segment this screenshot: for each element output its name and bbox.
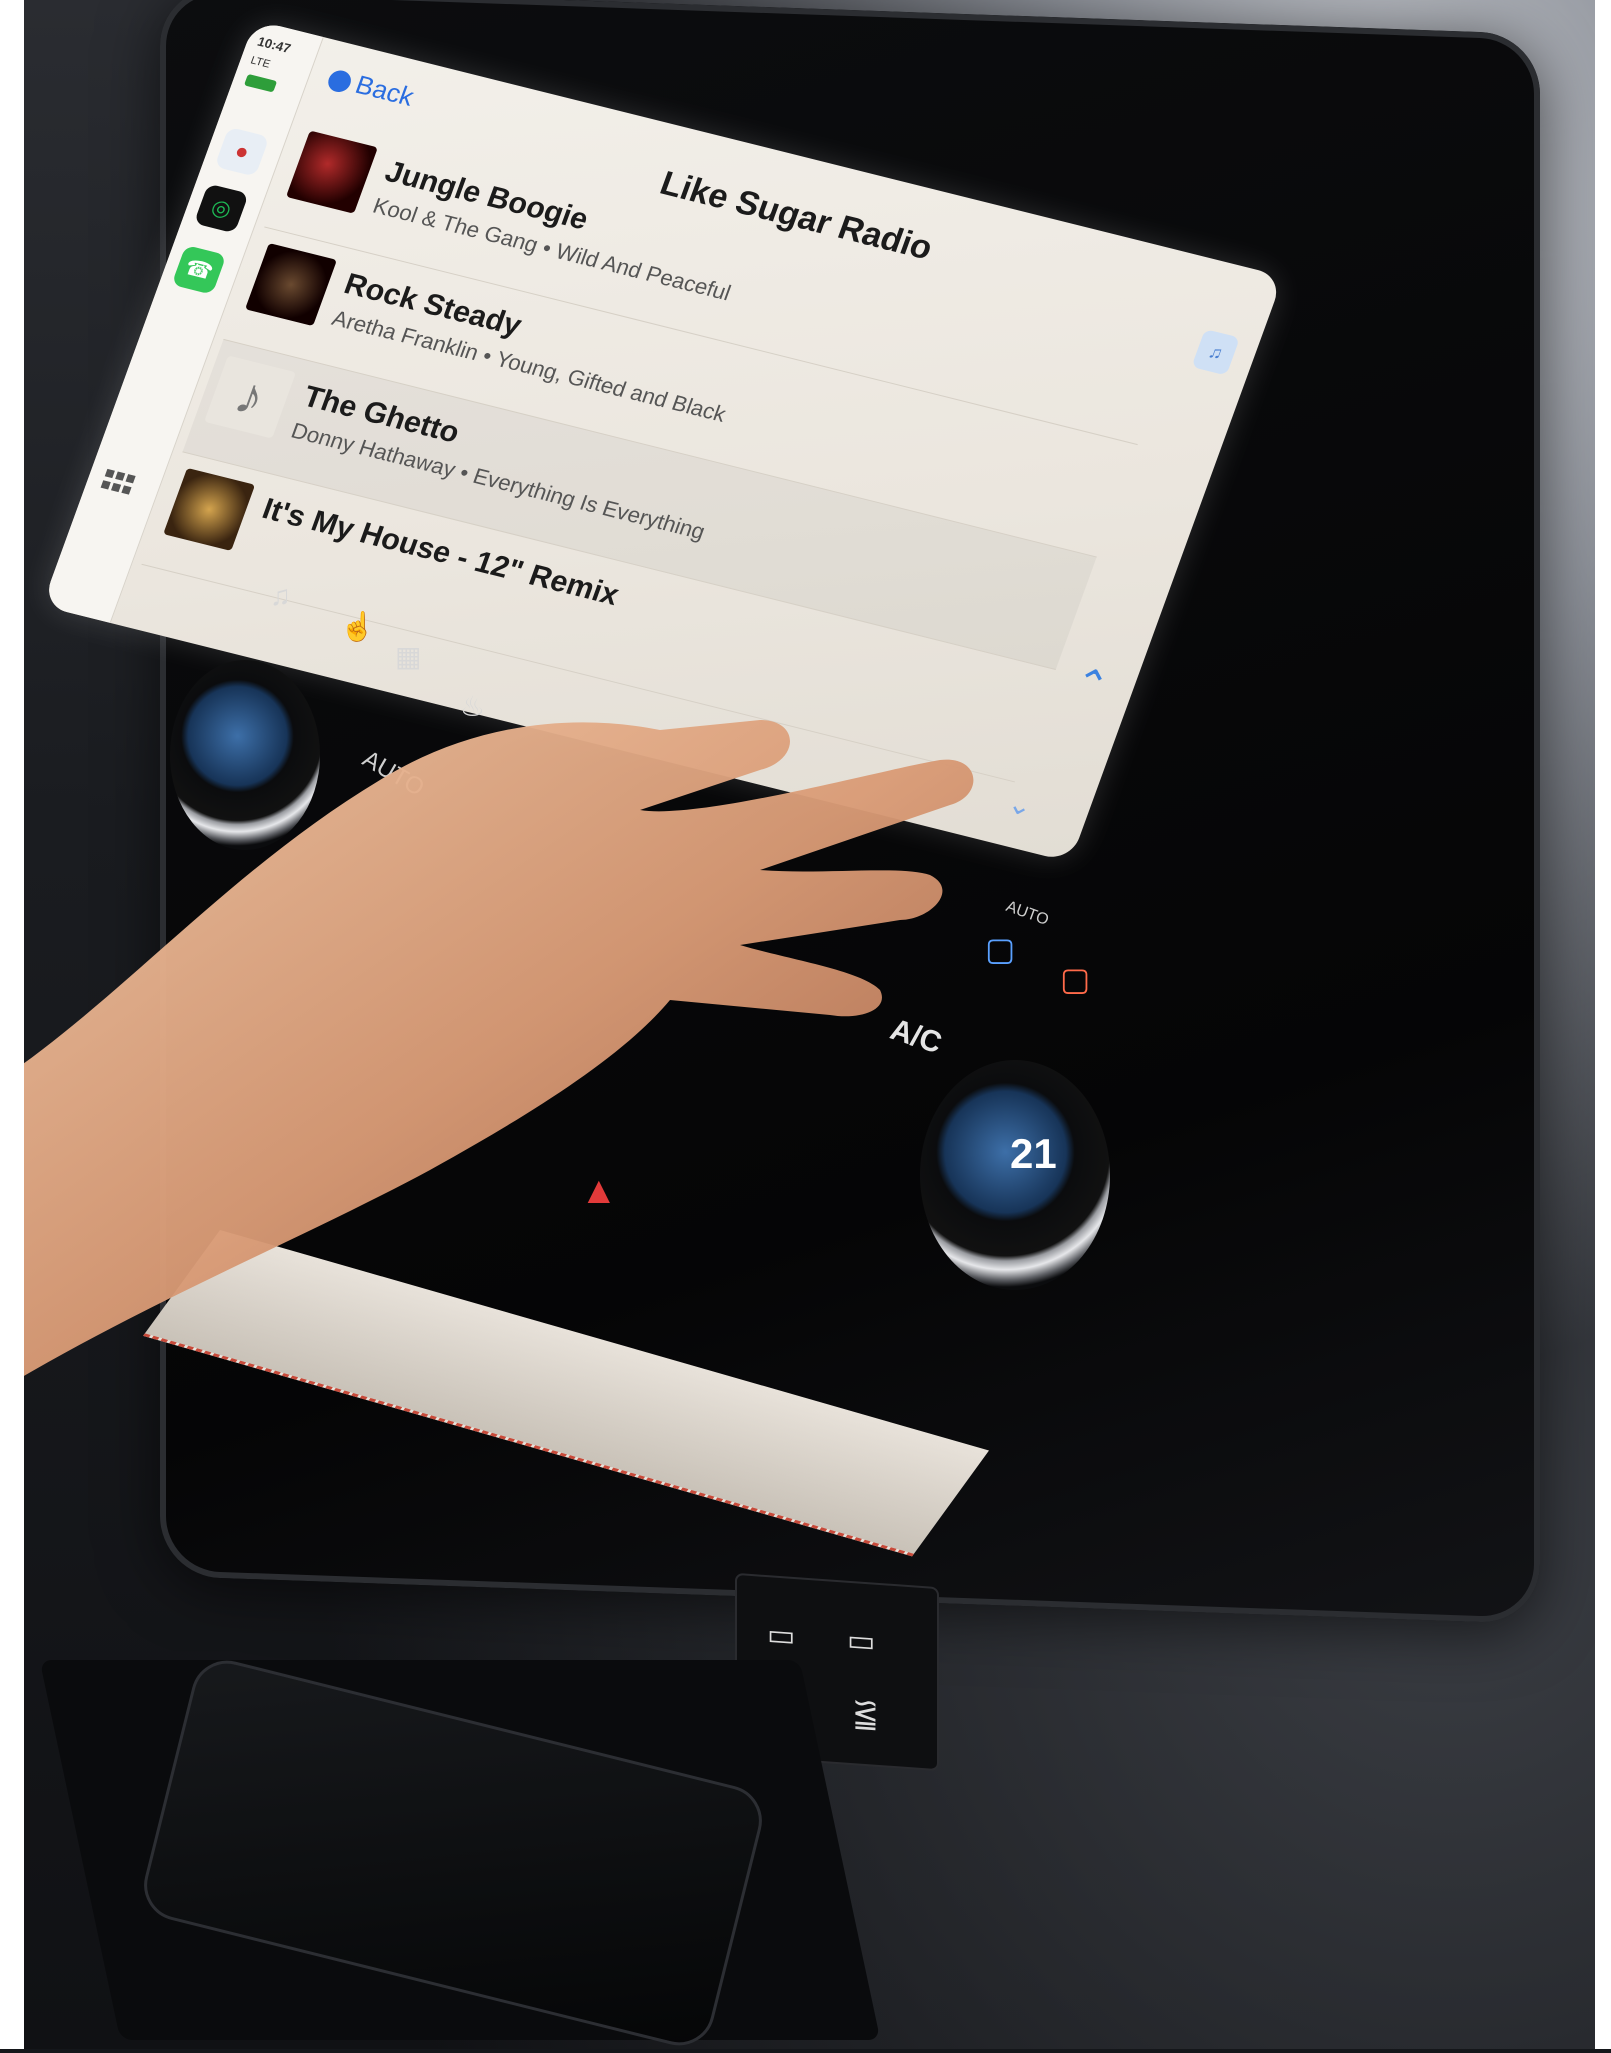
music-note-icon: ♪: [204, 355, 297, 439]
album-art: [285, 130, 378, 214]
usb-symbol-icon: ⪟: [852, 1694, 879, 1732]
hand: [0, 720, 974, 1390]
album-art: [163, 467, 256, 551]
battery-icon: [243, 73, 278, 93]
seat-heater-icon[interactable]: ▢: [1060, 960, 1090, 998]
usb-a-icon[interactable]: ▭: [847, 1623, 875, 1660]
album-art: [245, 243, 337, 327]
spotify-icon[interactable]: ◎: [193, 183, 249, 234]
image-border-left: [0, 0, 24, 2049]
seat-control-icon[interactable]: ▦: [395, 640, 421, 673]
usb-c-icon[interactable]: ▭: [767, 1617, 795, 1654]
scroll-down-icon[interactable]: ⌄: [1003, 787, 1037, 824]
temperature-readout: 21: [1010, 1130, 1057, 1177]
phone-icon[interactable]: ☎: [171, 244, 227, 295]
image-border-right: [1595, 0, 1611, 2049]
touch-control-icon[interactable]: ☝: [340, 610, 375, 643]
siri-icon[interactable]: ♫: [1191, 329, 1241, 376]
status-time: 10:47: [255, 33, 293, 56]
music-control-icon[interactable]: ♫: [270, 580, 291, 612]
maps-icon[interactable]: ●: [214, 126, 270, 177]
app-grid-icon[interactable]: ■■■ ■■■: [98, 465, 139, 500]
status-network: LTE: [248, 54, 272, 71]
back-button[interactable]: Back: [324, 63, 418, 113]
back-chevron-icon: [325, 68, 355, 95]
scroll-up-icon[interactable]: ⌃: [1066, 659, 1115, 711]
back-label: Back: [351, 69, 419, 112]
